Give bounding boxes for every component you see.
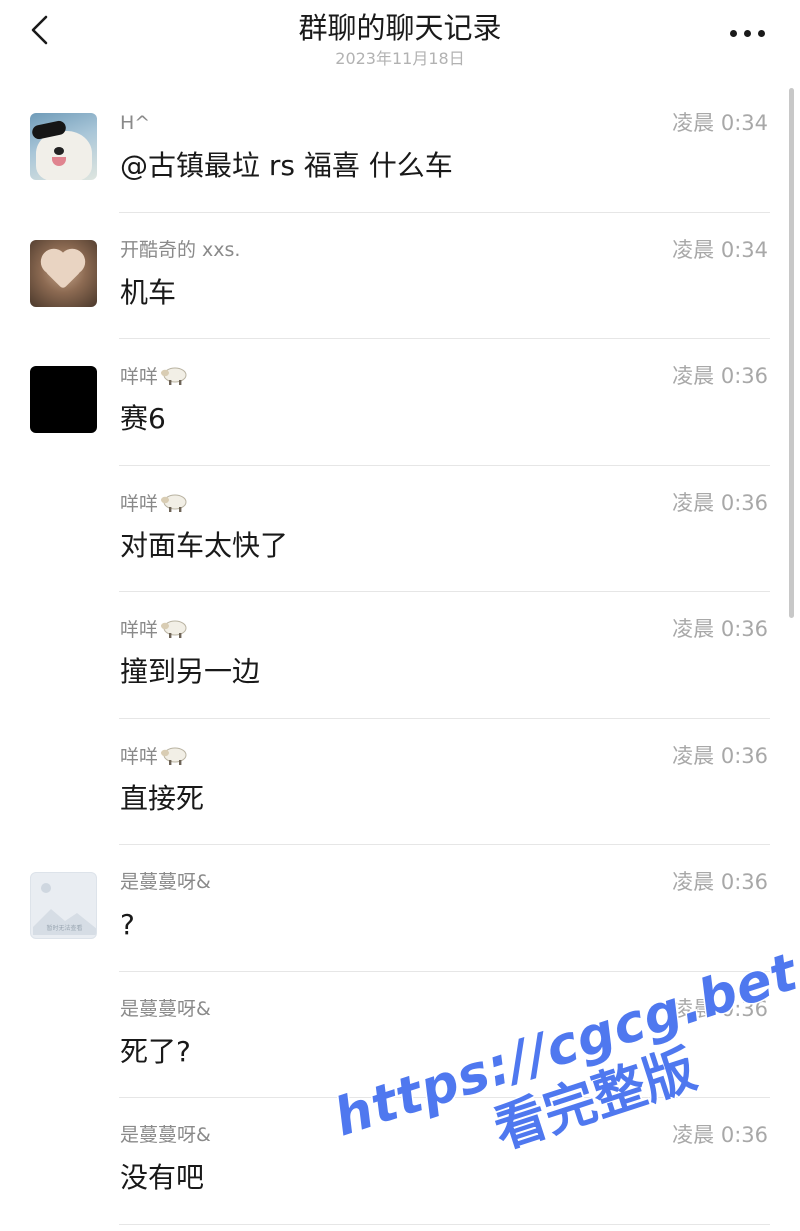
message-text: 没有吧 (120, 1161, 205, 1194)
placeholder-avatar[interactable]: 暂时无法查看 (30, 872, 97, 939)
sender-name: 咩咩 (120, 619, 159, 641)
message-time: 凌晨 0:36 (672, 364, 768, 388)
message-text: 直接死 (120, 781, 205, 815)
message-item[interactable]: 咩咩 凌晨 0:36 直接死 (0, 719, 800, 845)
sender-label: 咩咩 (120, 491, 188, 516)
sender-name: 咩咩 (120, 745, 159, 768)
divider (119, 1223, 770, 1225)
sender-label: 咩咩 (120, 364, 188, 389)
sheep-emoji-icon (161, 494, 187, 512)
message-time: 凌晨 0:36 (672, 996, 768, 1021)
sender-name: H^ (120, 112, 151, 134)
message-item[interactable]: 是蔓蔓呀& 凌晨 0:36 死了? (0, 972, 800, 1098)
message-time: 凌晨 0:34 (672, 111, 768, 135)
page-title: 群聊的聊天记录 (298, 11, 502, 45)
sender-name: 咩咩 (120, 492, 159, 515)
black-avatar[interactable] (30, 366, 97, 433)
message-item[interactable]: 咩咩 凌晨 0:36 赛6 (0, 339, 800, 466)
message-time: 凌晨 0:36 (672, 617, 768, 641)
message-item[interactable]: H^ 凌晨 0:34 @古镇最垃 rs 福喜 什么车 (0, 86, 800, 213)
message-time: 凌晨 0:36 (672, 743, 768, 768)
message-item[interactable]: 暂时无法查看 是蔓蔓呀& 凌晨 0:36 ? (0, 845, 800, 972)
message-time: 凌晨 0:34 (672, 237, 768, 262)
avatar-caption: 暂时无法查看 (46, 925, 83, 932)
more-dot-icon (758, 30, 765, 37)
sheep-emoji-icon (161, 747, 187, 765)
message-time: 凌晨 0:36 (672, 490, 768, 515)
sheep-emoji-icon (161, 620, 187, 638)
page-subtitle-date: 2023年11月18日 (335, 49, 465, 68)
message-text: 机车 (120, 275, 177, 309)
message-item[interactable]: 是蔓蔓呀& 凌晨 0:36 没有吧 (0, 1098, 800, 1225)
message-item[interactable]: 咩咩 凌晨 0:36 撞到另一边 (0, 592, 800, 719)
message-item[interactable]: 开酷奇的 xxs. 凌晨 0:34 机车 (0, 213, 800, 339)
message-text: 死了? (120, 1034, 191, 1068)
more-dot-icon (744, 30, 751, 37)
more-dot-icon (730, 30, 737, 37)
sender-name: 是蔓蔓呀& (120, 997, 211, 1020)
sender-label: 咩咩 (120, 617, 188, 642)
message-text: @古镇最垃 rs 福喜 什么车 (120, 149, 453, 182)
sender-label: 咩咩 (120, 744, 188, 769)
sender-name: 是蔓蔓呀& (120, 871, 211, 893)
more-options-button[interactable] (722, 12, 774, 52)
header-bar: 群聊的聊天记录 2023年11月18日 (0, 0, 800, 80)
message-text: ? (120, 908, 135, 941)
dog-sunglasses-avatar[interactable] (30, 113, 97, 180)
message-item[interactable]: 咩咩 凌晨 0:36 对面车太快了 (0, 466, 800, 592)
message-time: 凌晨 0:36 (672, 870, 768, 894)
sender-name: 是蔓蔓呀& (120, 1124, 211, 1146)
sheep-emoji-icon (161, 367, 187, 385)
sender-name: 咩咩 (120, 366, 159, 388)
message-text: 对面车太快了 (120, 528, 289, 562)
message-time: 凌晨 0:36 (672, 1123, 768, 1147)
sender-name: 开酷奇的 xxs. (120, 238, 241, 261)
vertical-scrollbar[interactable] (789, 88, 794, 618)
message-text: 赛6 (120, 402, 166, 435)
message-text: 撞到另一边 (120, 655, 261, 688)
hands-heart-avatar[interactable] (30, 239, 97, 307)
